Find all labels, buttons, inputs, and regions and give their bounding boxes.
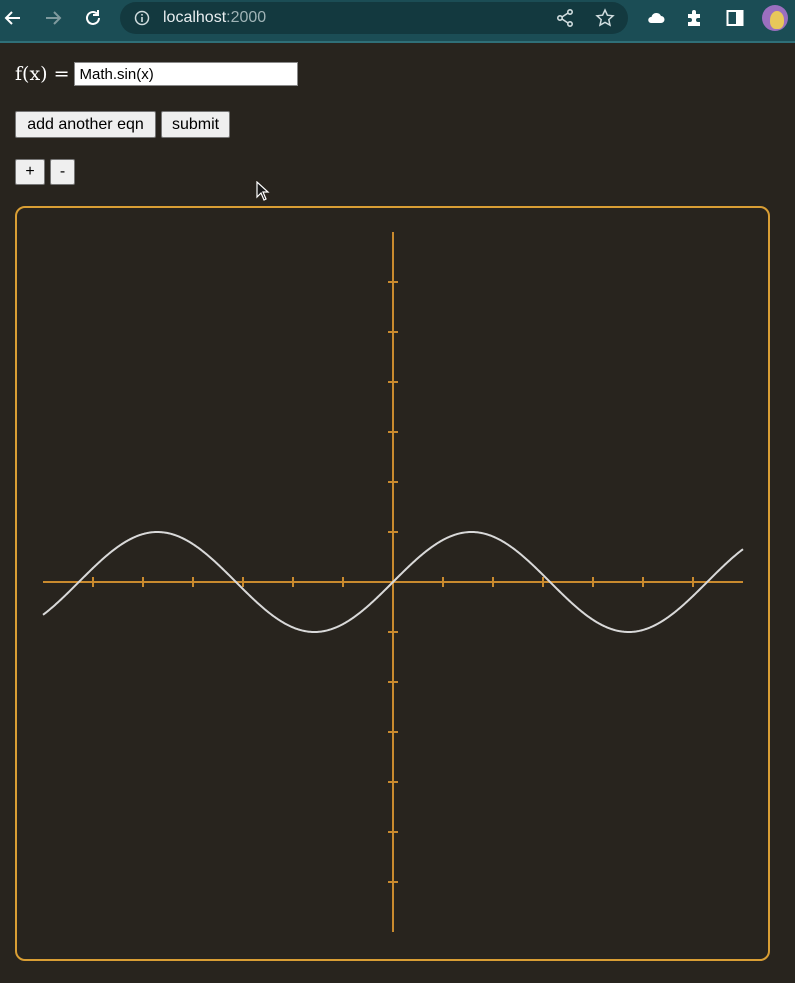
cloud-icon[interactable]: [644, 7, 668, 29]
equation-row: f(x) =: [15, 62, 298, 86]
graph-canvas[interactable]: [15, 206, 770, 961]
add-equation-button[interactable]: add another eqn: [15, 111, 156, 138]
side-panel-icon[interactable]: [723, 7, 747, 29]
mouse-cursor-icon: [256, 180, 270, 206]
fx-label: f(x) =: [15, 63, 70, 85]
star-icon[interactable]: [593, 7, 617, 29]
graph-svg: [42, 232, 744, 932]
share-icon[interactable]: [553, 7, 577, 29]
submit-button[interactable]: submit: [161, 111, 230, 138]
zoom-in-button[interactable]: +: [15, 159, 45, 185]
info-icon[interactable]: [134, 10, 150, 26]
browser-toolbar: localhost:2000: [0, 0, 795, 43]
zoom-out-button[interactable]: -: [50, 159, 75, 185]
url-text[interactable]: localhost:2000: [163, 9, 266, 27]
profile-avatar[interactable]: [762, 5, 788, 31]
extensions-icon[interactable]: [683, 7, 707, 29]
forward-icon[interactable]: [41, 7, 65, 29]
equation-input[interactable]: [73, 62, 298, 86]
back-icon[interactable]: [1, 7, 25, 29]
address-bar[interactable]: localhost:2000: [120, 2, 628, 34]
reload-icon[interactable]: [81, 7, 105, 29]
